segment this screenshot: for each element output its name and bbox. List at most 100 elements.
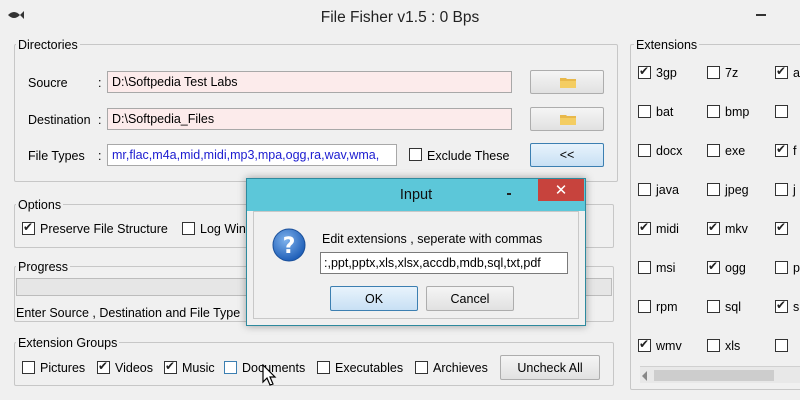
dialog-body: ? Edit extensions , seperate with commas… [253,211,579,319]
dialog-prompt: Edit extensions , seperate with commas [322,232,543,246]
source-browse-button[interactable] [530,70,604,94]
dialog-title: Input [399,187,433,203]
dialog-minimize-icon[interactable] [505,189,515,199]
extension-checkbox[interactable] [707,220,720,235]
group-music-label: Music [182,361,215,375]
extension-checkbox[interactable] [707,183,720,196]
extension-label: midi [656,222,679,236]
source-input[interactable]: D:\Softpedia Test Labs [107,71,512,93]
group-videos-checkbox[interactable] [97,359,110,374]
preserve-structure-checkbox[interactable] [22,220,35,235]
extension-checkbox[interactable] [638,64,651,79]
scroll-thumb[interactable] [654,370,774,381]
directories-group-label: Directories [16,38,80,52]
extension-checkbox[interactable] [707,339,720,352]
group-archieves-label: Archieves [433,361,488,375]
group-pictures-label: Pictures [40,361,86,375]
extension-label: 3gp [656,66,677,80]
extension-checkbox[interactable] [707,144,720,157]
dialog-title-bar: Input ✕ [247,179,585,211]
group-executables-checkbox[interactable] [317,361,330,374]
group-videos-label: Videos [115,361,153,375]
extension-label: exe [725,144,746,158]
uncheck-all-button[interactable]: Uncheck All [500,355,600,380]
scroll-left-arrow-icon[interactable] [642,371,647,381]
extension-checkbox[interactable] [775,183,788,196]
progress-status: Enter Source , Destination and File Type [16,306,241,320]
extension-checkbox[interactable] [775,142,788,157]
window-title: File Fisher v1.5 : 0 Bps [320,9,480,26]
extension-label: wmv [656,339,682,353]
extension-label: f [793,144,797,158]
extension-label: bmp [725,105,750,119]
exclude-checkbox[interactable] [409,148,422,161]
extension-checkbox[interactable] [638,261,651,274]
extension-label: xls [725,339,741,353]
dialog-close-button[interactable]: ✕ [538,179,584,201]
group-executables-label: Executables [335,361,404,375]
extension-checkbox[interactable] [638,144,651,157]
extension-label: java [656,183,679,197]
extension-checkbox[interactable] [638,300,651,313]
extension-label: 7z [725,66,739,80]
source-label: Soucre [28,76,68,90]
folder-icon [560,115,576,125]
extension-label: rpm [656,300,678,314]
question-icon: ? [272,228,306,262]
extension-label: a [793,66,800,80]
folder-icon [560,78,576,88]
preserve-structure-label: Preserve File Structure [40,222,168,236]
extension-checkbox[interactable] [775,105,788,118]
input-dialog: Input ✕ ? Edit extensions , seperate wit… [246,178,586,326]
dialog-ok-button[interactable]: OK [330,286,418,311]
extension-checkbox[interactable] [707,66,720,79]
extension-checkbox[interactable] [775,261,788,274]
extension-checkbox[interactable] [775,298,788,313]
dialog-cancel-button[interactable]: Cancel [426,286,514,311]
extension-checkbox[interactable] [775,220,788,235]
group-music-checkbox[interactable] [164,359,177,374]
filetypes-label: File Types [28,149,85,163]
extension-groups-label: Extension Groups [16,336,120,350]
extension-label: sql [725,300,741,314]
svg-text:?: ? [283,234,296,259]
extension-label: bat [656,105,674,119]
extension-label: j [793,183,796,197]
extension-checkbox[interactable] [775,339,788,352]
move-extensions-button[interactable]: << [530,143,604,167]
extension-checkbox[interactable] [707,259,720,274]
extensions-group-label: Extensions [634,38,700,52]
extension-checkbox[interactable] [638,183,651,196]
progress-group-label: Progress [16,260,71,274]
group-documents-checkbox[interactable] [224,361,237,374]
extension-label: ogg [725,261,746,275]
destination-colon: : [98,113,102,127]
extension-label: p [793,261,800,275]
title-bar: File Fisher v1.5 : 0 Bps [0,0,800,36]
extension-label: docx [656,144,683,158]
extension-label: msi [656,261,676,275]
destination-browse-button[interactable] [530,107,604,131]
minimize-button[interactable] [752,4,772,20]
filetypes-input[interactable]: mr,flac,m4a,mid,midi,mp3,mpa,ogg,ra,wav,… [107,144,397,166]
dialog-extensions-input[interactable]: :,ppt,pptx,xls,xlsx,accdb,mdb,sql,txt,pd… [320,252,568,274]
extension-label: jpeg [725,183,749,197]
destination-label: Destination [28,113,91,127]
destination-input[interactable]: D:\Softpedia_Files [107,108,512,130]
mouse-cursor-icon [262,364,277,386]
extension-label: mkv [725,222,748,236]
log-window-checkbox[interactable] [182,222,195,235]
extension-checkbox[interactable] [707,300,720,313]
extension-checkbox[interactable] [638,105,651,118]
log-window-label: Log Win [200,222,246,236]
exclude-label: Exclude These [427,149,510,163]
extension-checkbox[interactable] [775,64,788,79]
group-pictures-checkbox[interactable] [22,361,35,374]
group-archieves-checkbox[interactable] [415,361,428,374]
extension-checkbox[interactable] [638,337,651,352]
source-colon: : [98,76,102,90]
extension-checkbox[interactable] [638,220,651,235]
filetypes-colon: : [98,149,102,163]
extensions-scrollbar[interactable] [640,366,800,383]
extension-checkbox[interactable] [707,105,720,118]
